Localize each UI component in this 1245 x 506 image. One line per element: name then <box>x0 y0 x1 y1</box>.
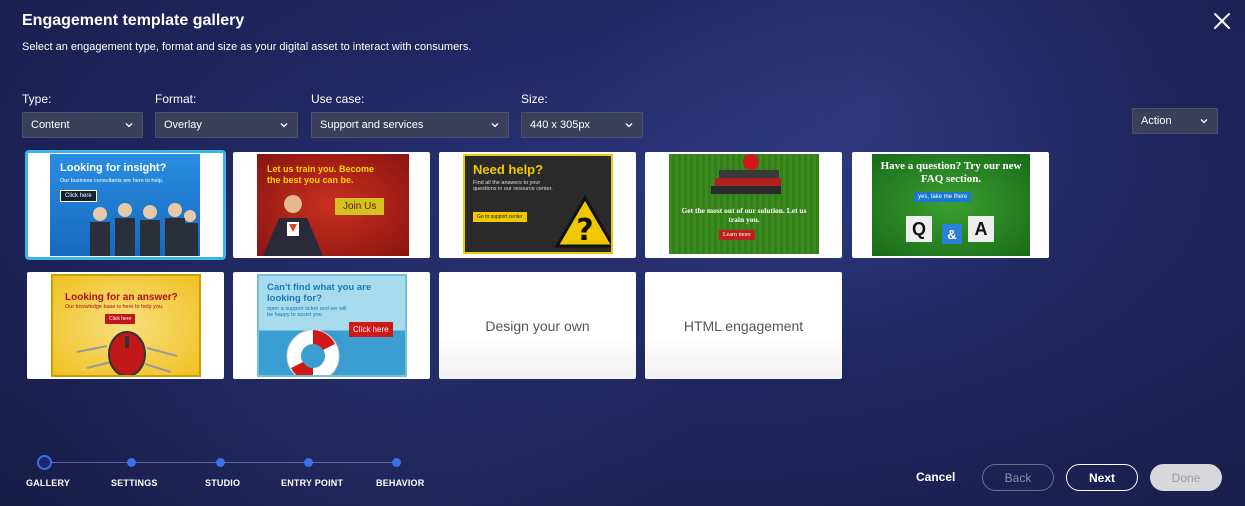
template-title: Can't find what you are looking for? <box>267 282 372 304</box>
template-card-insight[interactable]: Looking for insight? Our business consul… <box>25 150 226 260</box>
template-title: Looking for insight? <box>60 162 167 174</box>
back-button[interactable]: Back <box>982 464 1054 491</box>
template-subtitle: Find all the answers to your questions i… <box>473 180 553 192</box>
template-button: Join Us <box>335 198 385 215</box>
step-label-behavior: BEHAVIOR <box>376 478 425 488</box>
format-select[interactable]: Overlay <box>155 112 298 138</box>
faq-letter-q: Q <box>906 216 932 242</box>
template-button: yes, take me there <box>914 192 972 202</box>
chevron-down-icon <box>491 123 499 128</box>
template-thumbnail: Get the most out of our solution. Let us… <box>669 154 819 254</box>
step-dot-gallery[interactable] <box>37 455 52 470</box>
template-thumbnail: Let us train you. Become the best you ca… <box>257 154 409 256</box>
step-dot-behavior[interactable] <box>392 458 401 467</box>
question-sign-icon: ? <box>555 195 611 248</box>
type-filter: Type: Content <box>22 92 143 138</box>
template-button: Go to support center <box>473 212 527 222</box>
template-card-support-ticket[interactable]: Can't find what you are looking for? ope… <box>233 272 430 379</box>
cancel-button[interactable]: Cancel <box>916 470 955 484</box>
step-label-studio: STUDIO <box>205 478 241 488</box>
use-case-select[interactable]: Support and services <box>311 112 509 138</box>
faq-letter-amp: & <box>942 224 962 244</box>
template-thumbnail: Looking for an answer? Our knowledge bas… <box>51 274 201 377</box>
next-button[interactable]: Next <box>1066 464 1138 491</box>
chevron-down-icon <box>625 123 633 128</box>
size-select[interactable]: 440 x 305px <box>521 112 643 138</box>
use-case-value: Support and services <box>320 119 424 131</box>
lifebuoy-icon <box>286 329 340 375</box>
template-subtitle: open a support ticket and we will be hap… <box>267 306 347 318</box>
template-thumbnail: Need help? Find all the answers to your … <box>463 154 613 254</box>
chevron-down-icon <box>280 123 288 128</box>
size-filter: Size: 440 x 305px <box>521 92 643 138</box>
type-label: Type: <box>22 92 52 106</box>
size-value: 440 x 305px <box>530 119 590 131</box>
size-label: Size: <box>521 92 548 106</box>
use-case-filter: Use case: Support and services <box>311 92 509 138</box>
superhero-image <box>263 195 323 256</box>
type-value: Content <box>31 119 70 131</box>
type-select[interactable]: Content <box>22 112 143 138</box>
template-card-faq[interactable]: Have a question? Try our new FAQ section… <box>852 152 1049 258</box>
template-title: Get the most out of our solution. Let us… <box>681 206 807 224</box>
format-label: Format: <box>155 92 197 106</box>
step-label-settings: SETTINGS <box>111 478 158 488</box>
format-value: Overlay <box>164 119 202 131</box>
chevron-down-icon <box>1200 119 1208 124</box>
template-subtitle: Our knowledge base is here to help you. <box>65 304 164 310</box>
template-title: Looking for an answer? <box>65 292 178 303</box>
business-people-image <box>90 203 198 256</box>
svg-text:?: ? <box>576 213 593 248</box>
template-card-help[interactable]: Need help? Find all the answers to your … <box>439 152 636 258</box>
template-card-design-own[interactable]: Design your own <box>439 272 636 379</box>
step-label-gallery: GALLERY <box>26 478 71 488</box>
template-card-answer[interactable]: Looking for an answer? Our knowledge bas… <box>27 272 224 379</box>
step-dot-entry-point[interactable] <box>304 458 313 467</box>
step-label-entry-point: ENTRY POINT <box>281 478 344 488</box>
faq-letter-a: A <box>968 216 994 242</box>
template-thumbnail: Looking for insight? Our business consul… <box>50 154 200 256</box>
close-icon[interactable] <box>1211 10 1233 32</box>
step-dot-settings[interactable] <box>127 458 136 467</box>
chevron-down-icon <box>125 123 133 128</box>
wizard-steps: GALLERY SETTINGS STUDIO ENTRY POINT BEHA… <box>0 450 460 500</box>
done-button[interactable]: Done <box>1150 464 1222 491</box>
template-card-train[interactable]: Let us train you. Become the best you ca… <box>233 152 430 258</box>
books-apple-image <box>711 154 781 194</box>
template-thumbnail: Can't find what you are looking for? ope… <box>257 274 407 377</box>
template-subtitle: Our business consultants are here to hel… <box>60 178 164 184</box>
template-title: HTML engagement <box>683 317 804 334</box>
template-title: Need help? <box>473 162 544 177</box>
template-button: Learn more <box>719 230 755 240</box>
step-dot-studio[interactable] <box>216 458 225 467</box>
template-thumbnail: Have a question? Try our new FAQ section… <box>872 154 1030 256</box>
action-dropdown: Action <box>1132 108 1218 134</box>
template-title: Have a question? Try our new FAQ section… <box>880 160 1022 185</box>
dialog-subtitle: Select an engagement type, format and si… <box>22 41 472 53</box>
format-filter: Format: Overlay <box>155 92 298 138</box>
template-button: Click here <box>349 322 393 337</box>
template-title: Let us train you. Become the best you ca… <box>267 164 375 185</box>
action-select[interactable]: Action <box>1132 108 1218 134</box>
template-title: Design your own <box>485 317 590 334</box>
dialog-title: Engagement template gallery <box>22 12 245 29</box>
action-value: Action <box>1141 115 1172 127</box>
use-case-label: Use case: <box>311 92 365 106</box>
mouse-image <box>76 331 178 375</box>
template-card-html[interactable]: HTML engagement <box>645 272 842 379</box>
template-card-solution[interactable]: Get the most out of our solution. Let us… <box>645 152 842 258</box>
